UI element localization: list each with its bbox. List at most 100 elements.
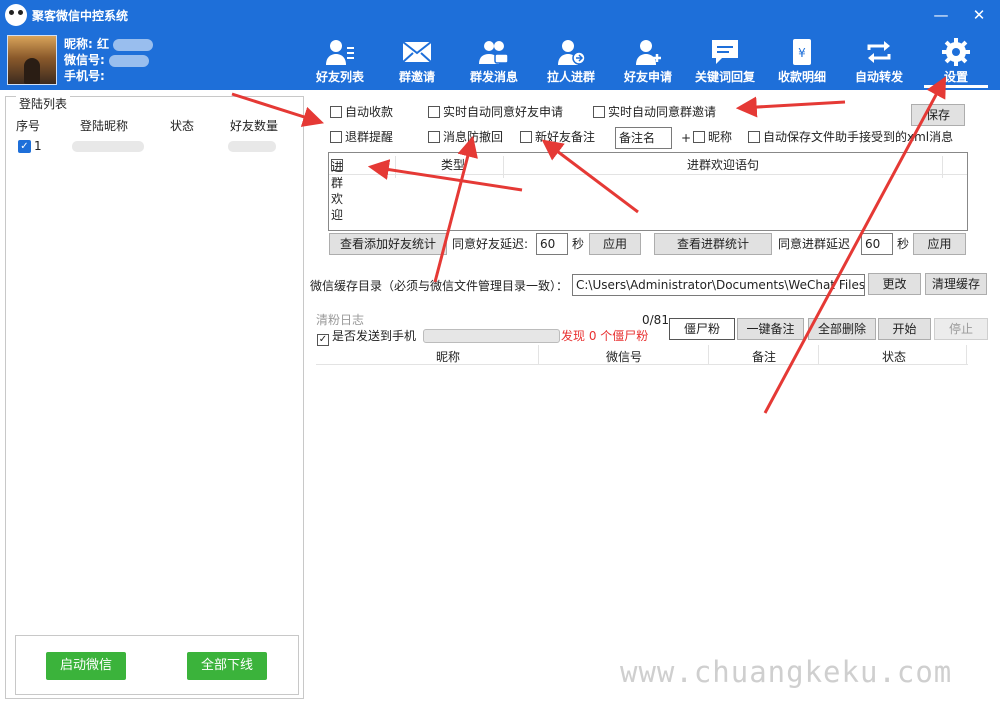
clean-log-counter: 0/81 bbox=[642, 313, 669, 327]
remark-all-button[interactable]: 一键备注 bbox=[737, 318, 804, 340]
delete-all-button[interactable]: 全部删除 bbox=[808, 318, 876, 340]
nav-auto-forward[interactable]: 自动转发 bbox=[841, 30, 917, 88]
new-friend-remark-label: 新好友备注 bbox=[535, 130, 596, 144]
auto-accept-friend-label: 实时自动同意好友申请 bbox=[443, 105, 564, 119]
start-clean-button[interactable]: 开始 bbox=[878, 318, 931, 340]
row-friend-count-blur bbox=[228, 141, 276, 152]
nav-label: 好友列表 bbox=[315, 70, 364, 84]
clear-cache-button[interactable]: 清理缓存 bbox=[925, 273, 987, 295]
checkbox-box[interactable] bbox=[748, 131, 760, 143]
column-divider bbox=[395, 156, 396, 178]
new-friend-remark-checkbox[interactable]: 新好友备注 bbox=[520, 129, 595, 145]
auto-accept-group-label: 实时自动同意群邀请 bbox=[608, 105, 717, 119]
nickname-blur bbox=[113, 38, 154, 51]
column-divider bbox=[818, 345, 819, 365]
user-info: 昵称: 红 微信号: 手机号: bbox=[64, 36, 154, 84]
group-welcome-label: 进群欢迎 bbox=[331, 160, 344, 222]
row-checkbox[interactable]: ✓ bbox=[18, 140, 31, 153]
nav-label: 群邀请 bbox=[398, 70, 435, 84]
auto-accept-friend-checkbox[interactable]: 实时自动同意好友申请 bbox=[428, 104, 563, 120]
nav-label: 关键词回复 bbox=[694, 70, 755, 84]
quit-group-remind-checkbox[interactable]: 退群提醒 bbox=[330, 129, 393, 145]
group-delay-input[interactable]: 60 bbox=[861, 233, 893, 255]
checkbox-box[interactable] bbox=[593, 106, 605, 118]
welcome-table-header: 进群欢迎 类型 进群欢迎语句 bbox=[329, 153, 967, 222]
nav-label: 拉人进群 bbox=[546, 70, 595, 84]
checkbox-box[interactable] bbox=[693, 131, 705, 143]
nav-payment-details[interactable]: ¥ 收款明细 bbox=[764, 30, 840, 88]
nav-friend-request[interactable]: 好友申请 bbox=[610, 30, 686, 88]
payment-icon: ¥ bbox=[787, 38, 817, 66]
nav-friends-list[interactable]: 好友列表 bbox=[302, 30, 378, 88]
apply-friend-delay-button[interactable]: 应用 bbox=[589, 233, 641, 255]
checkbox-box[interactable] bbox=[330, 106, 342, 118]
friends-list-icon bbox=[325, 38, 355, 66]
close-button[interactable]: ✕ bbox=[968, 4, 990, 26]
nav-group-invite[interactable]: 群邀请 bbox=[379, 30, 455, 88]
nav-settings[interactable]: 设置 bbox=[918, 30, 994, 88]
stop-clean-button[interactable]: 停止 bbox=[934, 318, 988, 340]
column-divider bbox=[538, 345, 539, 365]
minimize-button[interactable]: — bbox=[930, 4, 952, 26]
zombie-fans-button[interactable]: 僵尸粉 bbox=[669, 318, 735, 340]
nickname-label: 昵称: bbox=[64, 37, 93, 51]
nav-pull-to-group[interactable]: 拉人进群 bbox=[533, 30, 609, 88]
nav-label: 群发消息 bbox=[469, 70, 518, 84]
gear-icon bbox=[941, 38, 971, 66]
nav-mass-message[interactable]: 群发消息 bbox=[456, 30, 532, 88]
column-friend-count: 好友数量 bbox=[230, 119, 279, 133]
app-logo-icon bbox=[5, 4, 27, 26]
column-divider bbox=[942, 156, 943, 178]
group-delay-label: 同意进群延迟 bbox=[778, 237, 851, 251]
login-list-panel: 登陆列表 序号 登陆昵称 状态 好友数量 ✓ 1 启动微信 全部下线 bbox=[5, 95, 304, 699]
send-to-phone-checkbox[interactable]: ✓ 是否发送到手机 bbox=[317, 328, 417, 346]
checkbox-box[interactable] bbox=[428, 106, 440, 118]
clean-log-title: 清粉日志 bbox=[316, 313, 365, 327]
change-dir-button[interactable]: 更改 bbox=[868, 273, 921, 295]
anti-recall-checkbox[interactable]: 消息防撤回 bbox=[428, 129, 503, 145]
send-to-phone-label: 是否发送到手机 bbox=[332, 329, 417, 343]
column-welcome-message: 进群欢迎语句 bbox=[687, 158, 760, 172]
all-logout-button[interactable]: 全部下线 bbox=[187, 652, 267, 680]
add-friend-icon bbox=[633, 38, 663, 66]
column-nickname: 登陆昵称 bbox=[80, 119, 129, 133]
nav-keyword-reply[interactable]: 关键词回复 bbox=[687, 30, 763, 88]
friend-delay-input[interactable]: 60 bbox=[536, 233, 568, 255]
nav-label: 设置 bbox=[918, 68, 994, 88]
checkbox-box[interactable] bbox=[520, 131, 532, 143]
friend-delay-unit: 秒 bbox=[572, 237, 585, 251]
nav-label: 好友申请 bbox=[623, 70, 672, 84]
column-status: 状态 bbox=[882, 350, 907, 364]
top-toolbar: 昵称: 红 微信号: 手机号: 好友列表 群邀请 群发消息 拉人进群 好友申请 bbox=[0, 30, 1000, 90]
svg-text:¥: ¥ bbox=[798, 46, 806, 60]
nickname-option-checkbox[interactable]: 昵称 bbox=[693, 129, 732, 145]
view-friend-stats-button[interactable]: 查看添加好友统计 bbox=[329, 233, 447, 255]
friend-delay-label: 同意好友延迟: bbox=[452, 237, 529, 251]
clean-progress-bar bbox=[423, 329, 560, 343]
column-index: 序号 bbox=[16, 119, 41, 133]
view-group-stats-button[interactable]: 查看进群统计 bbox=[654, 233, 772, 255]
save-button[interactable]: 保存 bbox=[911, 104, 965, 126]
clean-log-table-header: 昵称 微信号 备注 状态 bbox=[316, 345, 968, 365]
remark-name-input[interactable]: 备注名 bbox=[615, 127, 672, 149]
wechat-id-label: 微信号: bbox=[64, 53, 105, 67]
checkbox-box[interactable] bbox=[330, 131, 342, 143]
repeat-icon bbox=[864, 38, 894, 66]
keyword-reply-icon bbox=[710, 38, 740, 66]
checkbox-box[interactable] bbox=[428, 131, 440, 143]
column-divider bbox=[966, 345, 967, 365]
title-bar: 聚客微信中控系统 — ✕ bbox=[0, 0, 1000, 30]
start-wechat-button[interactable]: 启动微信 bbox=[46, 652, 126, 680]
table-row[interactable]: ✓ 1 bbox=[10, 137, 300, 157]
apply-group-delay-button[interactable]: 应用 bbox=[913, 233, 966, 255]
found-zombie-text: 发现 0 个僵尸粉 bbox=[561, 329, 649, 343]
auto-collect-checkbox[interactable]: 自动收款 bbox=[330, 104, 393, 120]
login-actions: 启动微信 全部下线 bbox=[15, 635, 299, 695]
cache-dir-input[interactable]: C:\Users\Administrator\Documents\WeChat … bbox=[572, 274, 865, 296]
quit-group-remind-label: 退群提醒 bbox=[345, 130, 394, 144]
column-divider bbox=[503, 156, 504, 178]
watermark: www.chuangkeku.com bbox=[620, 655, 953, 689]
auto-save-xml-checkbox[interactable]: 自动保存文件助手接受到的xml消息 bbox=[748, 129, 953, 145]
row-nickname-blur bbox=[72, 141, 144, 152]
auto-accept-group-checkbox[interactable]: 实时自动同意群邀请 bbox=[593, 104, 716, 120]
